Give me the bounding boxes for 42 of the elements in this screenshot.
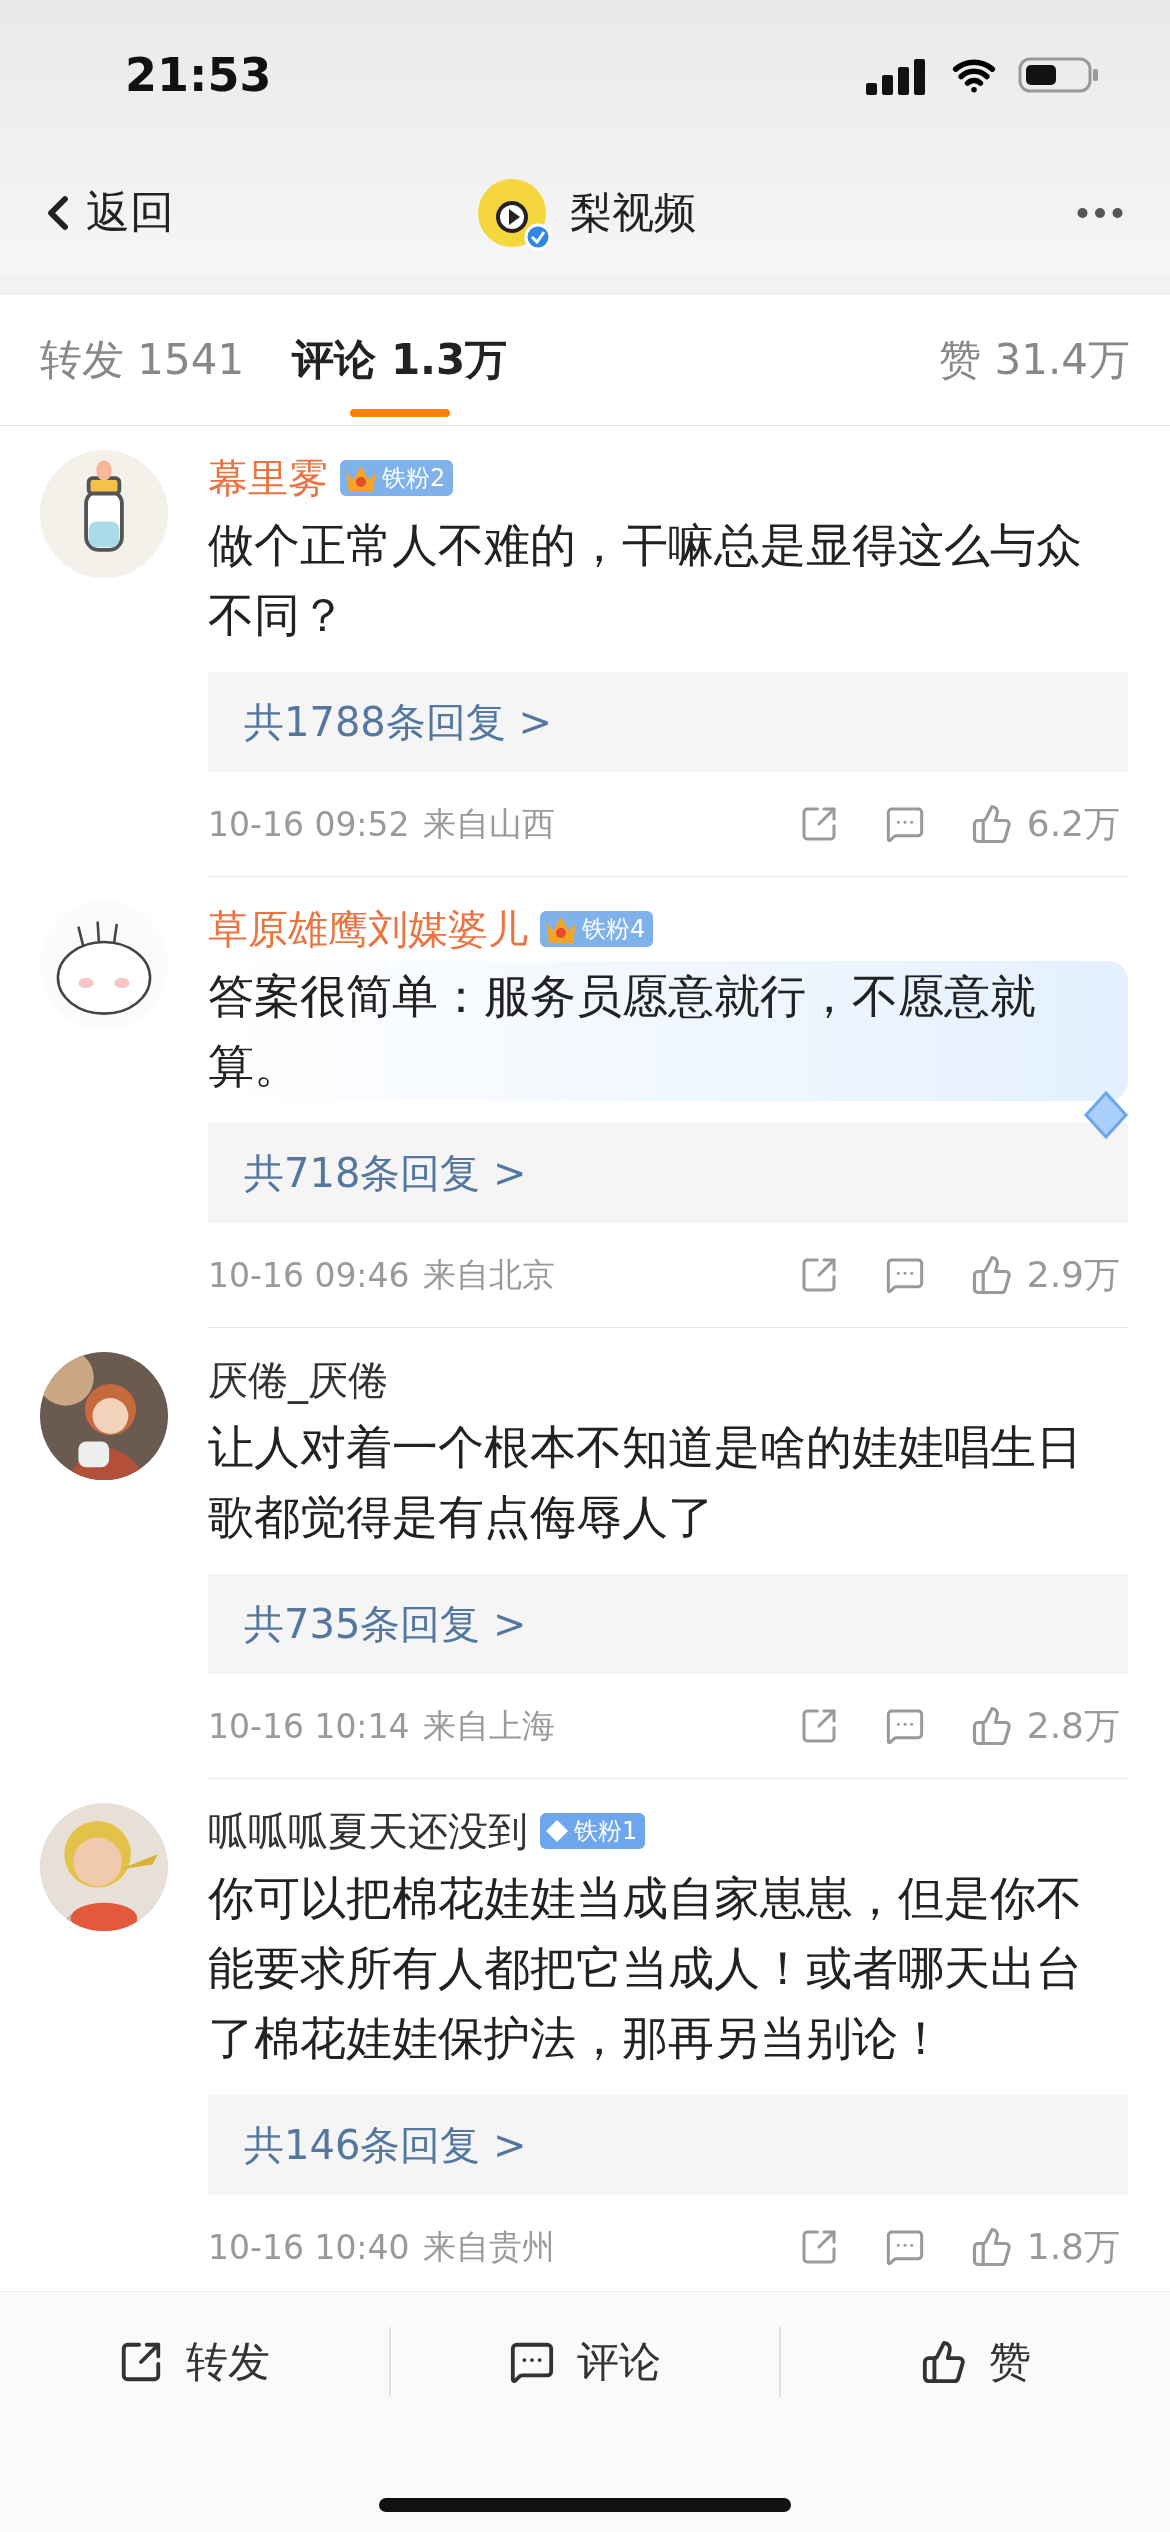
fan-badge: 铁粉1: [540, 1813, 646, 1849]
user-name[interactable]: 呱呱呱夏天还没到: [208, 1803, 528, 1859]
back-button[interactable]: 返回: [30, 183, 174, 242]
comment-text: 你可以把棉花娃娃当成自家崽崽，但是你不能要求所有人都把它当成人！或者哪天出台了棉花娃娃保护法，那再另当别论！: [208, 1870, 1083, 2067]
comment-time: 10-16 09:46: [208, 1255, 410, 1295]
comment-text: 做个正常人不难的，干嘛总是显得这么与众不同？: [208, 517, 1083, 644]
thumbs-up-icon: [970, 2226, 1013, 2268]
user-name[interactable]: 厌倦_厌倦: [208, 1352, 388, 1408]
comment-time: 10-16 09:52: [208, 804, 410, 844]
like-button[interactable]: 2.9万: [970, 1250, 1120, 1300]
comment-button[interactable]: 评论: [388, 2327, 780, 2397]
user-name[interactable]: 草原雄鹰刘媒婆儿: [208, 901, 528, 957]
page-title: 梨视频: [570, 186, 696, 239]
like-button[interactable]: 赞: [779, 2327, 1170, 2397]
status-time: 21:53: [125, 48, 272, 102]
comment-text: 让人对着一个根本不知道是啥的娃娃唱生日歌都觉得是有点侮辱人了: [208, 1419, 1083, 1546]
comment-time: 10-16 10:40: [208, 2227, 410, 2267]
comment-location: 来自山西: [423, 802, 556, 845]
diamond-icon: [544, 1818, 570, 1844]
thumbs-up-icon: [970, 803, 1013, 845]
replies-link[interactable]: 共735条回复 >: [208, 1574, 1128, 1674]
fan-badge: 铁粉4: [540, 911, 654, 947]
tab[interactable]: 赞 31.4万: [939, 295, 1130, 425]
thumbs-up-icon: [920, 2339, 967, 2385]
user-name[interactable]: 幕里雾: [208, 450, 328, 506]
like-button[interactable]: 1.8万: [970, 2222, 1120, 2272]
replies-link[interactable]: 共718条回复 >: [208, 1123, 1128, 1223]
comment-location: 来自北京: [423, 1253, 556, 1296]
tab[interactable]: 评论 1.3万: [292, 295, 508, 425]
thumbs-up-icon: [970, 1705, 1013, 1747]
comment-time: 10-16 10:14: [208, 1706, 410, 1746]
replies-link[interactable]: 共146条回复 >: [208, 2095, 1128, 2195]
tab[interactable]: 转发 1541: [40, 295, 245, 425]
replies-link[interactable]: 共1788条回复 >: [208, 672, 1128, 772]
share-button[interactable]: 转发: [0, 2327, 389, 2397]
like-button[interactable]: 2.8万: [970, 1701, 1120, 1751]
thumbs-up-icon: [970, 1254, 1013, 1296]
comment-location: 来自贵州: [423, 2225, 556, 2268]
battery-icon: [1018, 55, 1100, 95]
fan-badge: 铁粉2: [340, 460, 454, 496]
comment-location: 来自上海: [423, 1704, 556, 1747]
like-button[interactable]: 6.2万: [970, 799, 1120, 849]
